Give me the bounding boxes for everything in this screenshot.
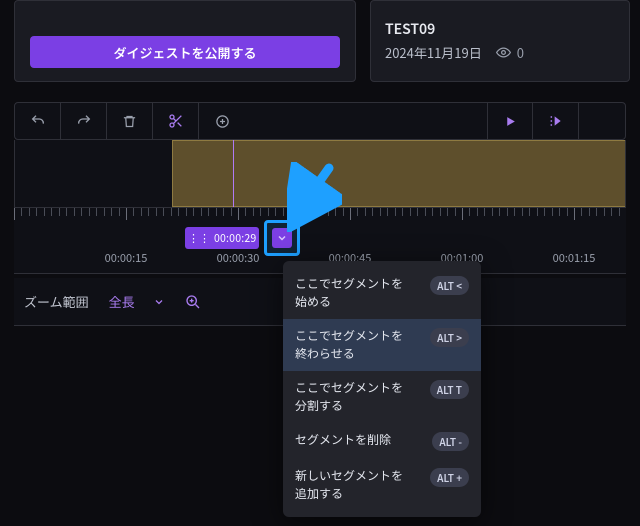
playhead-line xyxy=(233,140,234,207)
playhead-menu-trigger[interactable] xyxy=(264,220,300,256)
shortcut-badge: ALT - xyxy=(432,432,469,451)
timeline-track[interactable] xyxy=(14,140,626,208)
chevron-down-icon xyxy=(276,232,288,244)
zoom-in-icon xyxy=(185,294,201,310)
zoom-label: ズーム範囲 xyxy=(24,292,89,311)
redo-button[interactable] xyxy=(61,103,107,139)
view-count: 0 xyxy=(496,43,524,62)
shortcut-badge: ALT < xyxy=(430,276,469,295)
ruler-time-label: 00:00:15 xyxy=(105,250,148,266)
undo-button[interactable] xyxy=(15,103,61,139)
ruler-time-label: 00:00:30 xyxy=(217,250,260,266)
playhead-time-value: 00:00:29 xyxy=(213,231,259,246)
skip-forward-button[interactable] xyxy=(533,103,579,139)
segment-clip[interactable] xyxy=(172,140,625,207)
publish-digest-button[interactable]: ダイジェストを公開する xyxy=(30,36,340,68)
plus-circle-icon xyxy=(215,114,230,129)
timeline-ticks: 00:00:1500:00:3000:00:4500:01:0000:01:15 xyxy=(14,208,626,228)
shortcut-badge: ALT + xyxy=(430,468,469,487)
project-date: 2024年11月19日 xyxy=(385,43,482,62)
play-icon xyxy=(504,115,517,128)
menu-item-delete-segment[interactable]: セグメントを削除 ALT - xyxy=(283,423,481,459)
ruler-time-label: 00:01:15 xyxy=(553,250,596,266)
eye-icon xyxy=(496,45,511,60)
menu-item-add-segment[interactable]: 新しいセグメントを追加する ALT + xyxy=(283,459,481,511)
trash-icon xyxy=(122,114,137,129)
delete-button[interactable] xyxy=(107,103,153,139)
publish-card: ダイジェストを公開する xyxy=(14,0,356,82)
add-marker-button[interactable] xyxy=(199,103,245,139)
undo-icon xyxy=(30,113,46,129)
playhead-time-chip[interactable]: ⋮⋮ 00:00:29 xyxy=(185,227,259,249)
chevron-down-icon xyxy=(153,296,165,308)
drag-handle-icon[interactable]: ⋮⋮ xyxy=(185,233,213,244)
menu-item-split-segment[interactable]: ここでセグメントを分割する ALT T xyxy=(283,371,481,423)
zoom-range-select[interactable]: 全長 xyxy=(109,292,165,311)
menu-item-start-segment[interactable]: ここでセグメントを始める ALT < xyxy=(283,267,481,319)
shortcut-badge: ALT T xyxy=(430,380,469,399)
project-title: TEST09 xyxy=(385,19,615,39)
timeline-toolbar xyxy=(14,102,626,140)
shortcut-badge: ALT > xyxy=(430,328,469,347)
segment-context-menu: ここでセグメントを始める ALT < ここでセグメントを終わらせる ALT > … xyxy=(283,261,481,517)
menu-item-end-segment[interactable]: ここでセグメントを終わらせる ALT > xyxy=(283,319,481,371)
cut-button[interactable] xyxy=(153,103,199,139)
zoom-in-button[interactable] xyxy=(185,294,201,310)
scissors-icon xyxy=(168,113,184,129)
skip-icon xyxy=(548,113,564,129)
play-button[interactable] xyxy=(487,103,533,139)
redo-icon xyxy=(76,113,92,129)
project-info-card: TEST09 2024年11月19日 0 xyxy=(370,0,630,82)
